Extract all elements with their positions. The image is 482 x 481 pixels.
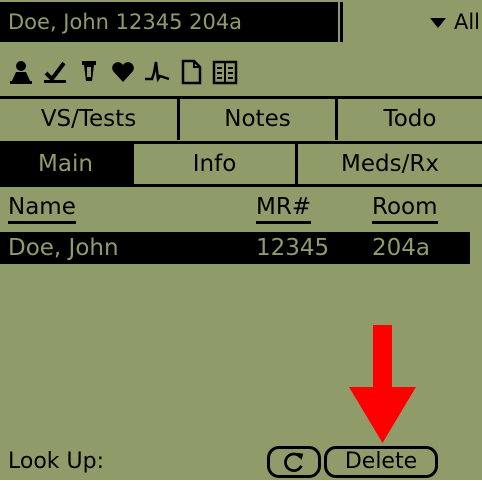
- procedure-icon[interactable]: [42, 59, 68, 85]
- column-header-mr[interactable]: MR#: [256, 192, 312, 226]
- palm-screen: Doe, John 12345 204a All VS/Tests Notes …: [0, 0, 482, 480]
- book-icon[interactable]: [212, 59, 238, 85]
- row-name: Doe, John: [8, 235, 119, 261]
- tube-icon[interactable]: [76, 59, 102, 85]
- table-row[interactable]: Doe, John 12345 204a: [0, 232, 470, 264]
- tab-info[interactable]: Info: [134, 144, 298, 185]
- tab-row-1: VS/Tests Notes Todo: [0, 96, 482, 140]
- tab-notes[interactable]: Notes: [180, 99, 338, 140]
- tab-main[interactable]: Main: [0, 144, 134, 185]
- tab-row-2: Main Info Meds/Rx: [0, 141, 482, 187]
- row-room: 204a: [372, 235, 430, 261]
- page-icon[interactable]: [178, 59, 204, 85]
- icon-toolbar: [8, 50, 238, 94]
- dropdown-triangle-icon: [429, 18, 446, 28]
- tab-todo[interactable]: Todo: [338, 99, 482, 140]
- row-mr: 12345: [256, 235, 330, 261]
- lookup-label: Look Up:: [8, 449, 105, 474]
- title-bar: Doe, John 12345 204a All: [0, 0, 482, 45]
- annotation-arrow-icon: [349, 325, 416, 443]
- waveform-icon[interactable]: [144, 59, 170, 85]
- refresh-icon: [284, 452, 304, 473]
- delete-button[interactable]: Delete: [324, 446, 438, 478]
- tab-meds-rx[interactable]: Meds/Rx: [298, 144, 482, 185]
- filter-dropdown[interactable]: All: [340, 2, 482, 42]
- column-header-room[interactable]: Room: [372, 192, 438, 226]
- patient-title[interactable]: Doe, John 12345 204a: [0, 2, 338, 42]
- refresh-button[interactable]: [267, 446, 321, 478]
- person-icon[interactable]: [8, 59, 34, 85]
- tab-vs-tests[interactable]: VS/Tests: [0, 99, 180, 140]
- filter-label: All: [453, 10, 480, 34]
- heart-icon[interactable]: [110, 59, 136, 85]
- column-header-name[interactable]: Name: [8, 192, 76, 226]
